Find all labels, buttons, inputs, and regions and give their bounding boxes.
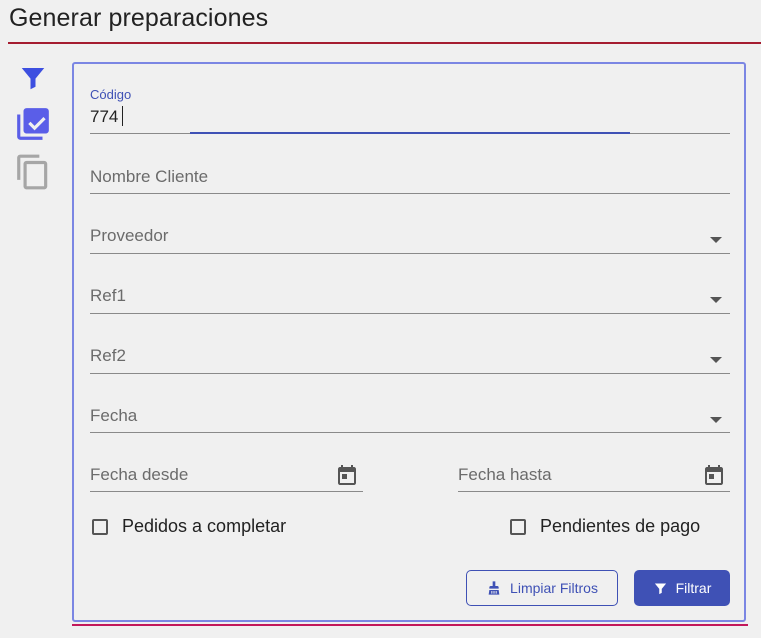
page-title: Generar preparaciones — [9, 4, 269, 32]
pedidos-completar-checkbox[interactable]: Pedidos a completar — [92, 516, 286, 537]
copy-icon[interactable] — [14, 152, 52, 192]
text-cursor — [122, 106, 123, 126]
ref1-select[interactable]: Ref1 — [90, 280, 730, 316]
focus-indicator — [190, 132, 630, 134]
chevron-down-icon — [710, 297, 722, 303]
codigo-label: Código — [90, 87, 132, 102]
broom-icon — [486, 579, 502, 597]
pendientes-pago-checkbox[interactable]: Pendientes de pago — [510, 516, 700, 537]
checklist-icon[interactable] — [14, 104, 52, 144]
pedidos-completar-label: Pedidos a completar — [122, 516, 287, 536]
fecha-hasta-input[interactable]: Fecha hasta — [458, 458, 730, 494]
title-divider — [8, 42, 761, 44]
filter-icon[interactable] — [14, 58, 52, 98]
limpiar-filtros-button[interactable]: Limpiar Filtros — [466, 570, 618, 606]
pendientes-pago-label: Pendientes de pago — [540, 516, 701, 536]
fecha-select[interactable]: Fecha — [90, 399, 730, 435]
filtrar-button[interactable]: Filtrar — [634, 570, 730, 606]
calendar-icon[interactable] — [702, 462, 726, 493]
checkbox-box[interactable] — [510, 518, 526, 535]
nombre-cliente-input[interactable]: Nombre Cliente — [90, 160, 730, 196]
checkbox-box[interactable] — [92, 518, 108, 535]
codigo-value: 774 — [90, 107, 119, 126]
codigo-field[interactable]: Código 774 — [90, 86, 730, 136]
chevron-down-icon — [710, 417, 722, 423]
chevron-down-icon — [710, 237, 722, 243]
filter-icon — [653, 581, 668, 596]
fecha-desde-input[interactable]: Fecha desde — [90, 458, 363, 494]
proveedor-select[interactable]: Proveedor — [90, 220, 730, 256]
ref2-select[interactable]: Ref2 — [90, 340, 730, 376]
calendar-icon[interactable] — [335, 462, 359, 493]
chevron-down-icon — [710, 357, 722, 363]
limpiar-filtros-label: Limpiar Filtros — [510, 580, 598, 596]
filtrar-label: Filtrar — [675, 580, 712, 596]
panel-bottom-divider — [72, 624, 748, 626]
